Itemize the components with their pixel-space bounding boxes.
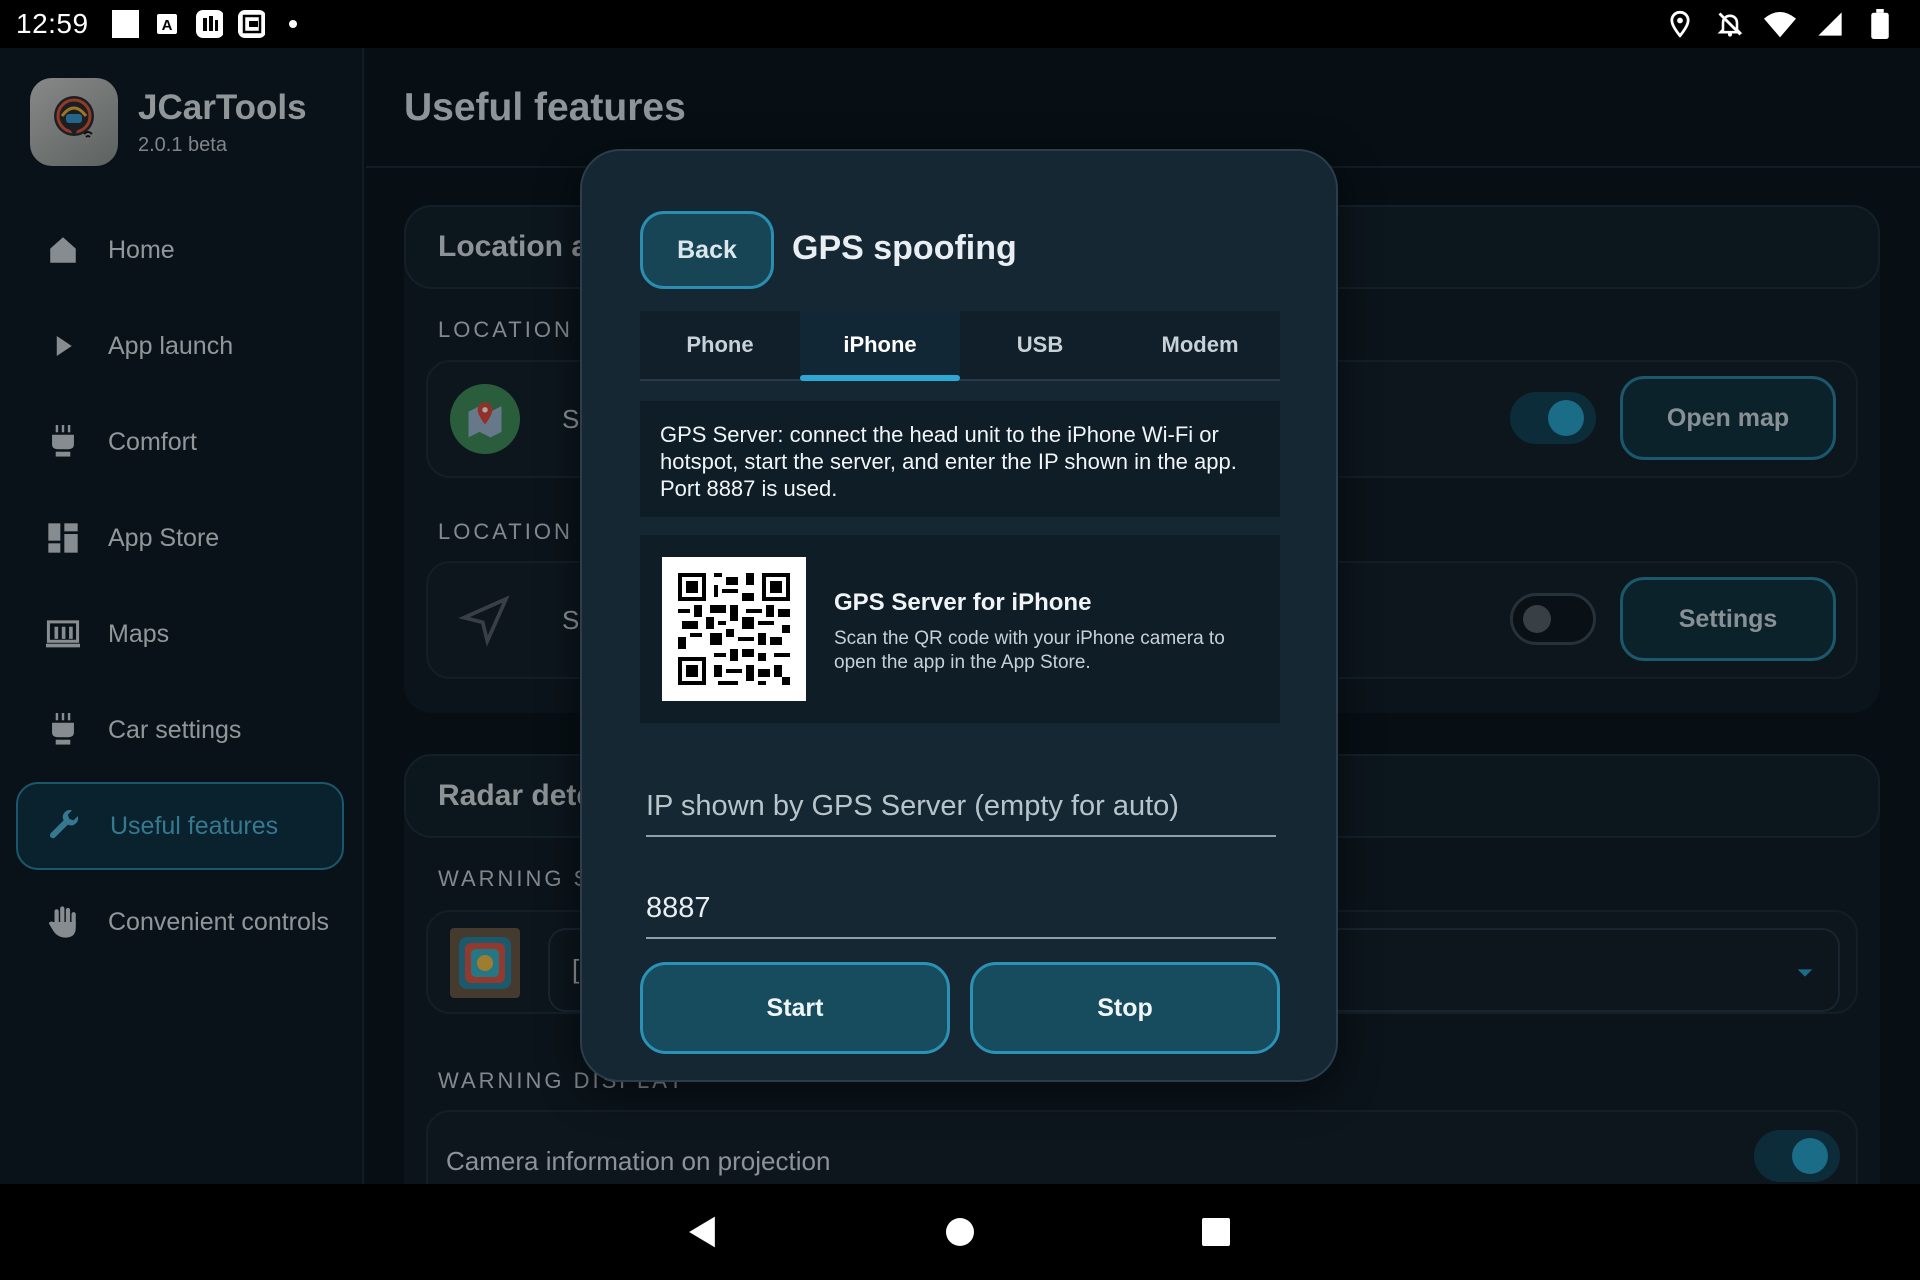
system-nav-bar bbox=[0, 1184, 1920, 1280]
a-text-icon: A bbox=[153, 10, 181, 38]
qr-code-icon bbox=[662, 557, 806, 701]
stop-button[interactable]: Stop bbox=[970, 962, 1280, 1054]
qr-card: GPS Server for iPhone Scan the QR code w… bbox=[640, 535, 1280, 723]
system-icons bbox=[1664, 8, 1896, 40]
ip-field[interactable] bbox=[646, 763, 1276, 837]
white-square-icon bbox=[111, 10, 139, 38]
gps-spoofing-dialog: Back GPS spoofing Phone iPhone USB Modem… bbox=[580, 149, 1338, 1082]
battery-icon bbox=[1864, 8, 1896, 40]
tab-phone[interactable]: Phone bbox=[640, 311, 800, 381]
back-icon[interactable] bbox=[678, 1208, 726, 1256]
start-button[interactable]: Start bbox=[640, 962, 950, 1054]
svg-text:A: A bbox=[161, 17, 172, 34]
notification-icons: A bbox=[111, 10, 307, 38]
status-bar: 12:59 A bbox=[0, 0, 1920, 48]
news-icon bbox=[195, 10, 223, 38]
qr-description: Scan the QR code with your iPhone camera… bbox=[834, 628, 1225, 673]
location-icon bbox=[1664, 8, 1696, 40]
port-input[interactable] bbox=[646, 892, 1276, 925]
qr-title: GPS Server for iPhone bbox=[834, 589, 1092, 616]
port-field[interactable] bbox=[646, 865, 1276, 939]
dot-icon bbox=[279, 10, 307, 38]
tab-bar: Phone iPhone USB Modem bbox=[640, 311, 1280, 381]
tab-iphone[interactable]: iPhone bbox=[800, 311, 960, 381]
wifi-icon bbox=[1764, 8, 1796, 40]
dialog-title: GPS spoofing bbox=[792, 229, 1017, 267]
tab-usb[interactable]: USB bbox=[960, 311, 1120, 381]
home-circle-icon[interactable] bbox=[936, 1208, 984, 1256]
ip-input[interactable] bbox=[646, 790, 1276, 823]
notifications-off-icon bbox=[1714, 8, 1746, 40]
signal-icon bbox=[1814, 8, 1846, 40]
clipboard-icon bbox=[237, 10, 265, 38]
tab-modem[interactable]: Modem bbox=[1120, 311, 1280, 381]
status-time: 12:59 bbox=[16, 8, 89, 39]
back-button[interactable]: Back bbox=[640, 211, 774, 289]
gps-server-info: GPS Server: connect the head unit to the… bbox=[640, 401, 1280, 517]
overview-square-icon[interactable] bbox=[1192, 1208, 1240, 1256]
